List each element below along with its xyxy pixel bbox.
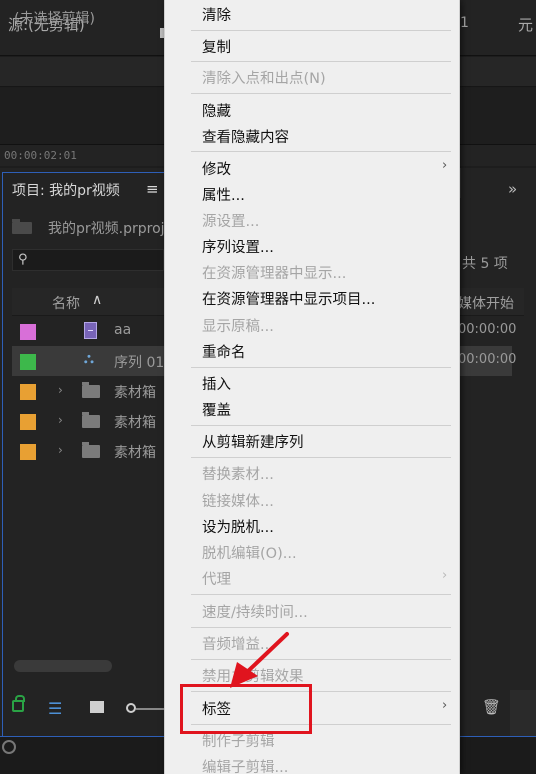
menu-separator	[191, 93, 451, 94]
menu-item-link-media[interactable]: 链接媒体...	[202, 490, 274, 511]
menu-separator	[191, 61, 451, 62]
zoom-slider-track[interactable]	[136, 708, 164, 710]
submenu-arrow-icon: ›	[442, 568, 448, 583]
source-timecode[interactable]: 00:00:02:01	[4, 149, 77, 162]
menu-separator	[191, 151, 451, 152]
menu-item-audio-gain[interactable]: 音频增益...	[202, 633, 274, 654]
source-clip-status: (未选择剪辑)	[14, 11, 95, 27]
item-count: 共 5 项	[462, 256, 508, 272]
menu-item-show-original[interactable]: 显示原稿...	[202, 315, 274, 336]
menu-item-new-sequence-from-clip[interactable]: 从剪辑新建序列	[202, 431, 304, 452]
menu-item-view-hidden[interactable]: 查看隐藏内容	[202, 126, 289, 147]
chevron-right-icon[interactable]: ›	[58, 383, 63, 397]
menu-item-speed-duration[interactable]: 速度/持续时间...	[202, 601, 308, 622]
search-icon: ⚲	[18, 252, 28, 267]
menu-separator	[191, 30, 451, 31]
panel-tab-fragment-2[interactable]: 元	[518, 14, 533, 35]
context-menu: 清除 复制 清除入点和出点(N) 隐藏 查看隐藏内容 修改 › 属性... 源设…	[164, 0, 460, 774]
menu-item-insert[interactable]: 插入	[202, 373, 231, 394]
row-media-start: 00:00:00	[458, 322, 517, 337]
folder-up-icon[interactable]	[12, 219, 32, 234]
label-color-swatch[interactable]	[20, 414, 36, 430]
menu-separator	[191, 627, 451, 628]
menu-item-properties[interactable]: 属性...	[202, 184, 245, 205]
highlight-box	[180, 684, 312, 734]
project-tab[interactable]: 项目: 我的pr视频	[12, 180, 120, 200]
menu-item-hide[interactable]: 隐藏	[202, 100, 231, 121]
expand-panels-icon[interactable]: »	[508, 180, 517, 198]
horizontal-scrollbar[interactable]	[14, 660, 112, 672]
chevron-right-icon[interactable]: ›	[58, 413, 63, 427]
menu-item-edit-offline[interactable]: 脱机编辑(O)...	[202, 542, 297, 563]
label-color-swatch[interactable]	[20, 444, 36, 460]
menu-item-overwrite[interactable]: 覆盖	[202, 399, 231, 420]
submenu-arrow-icon: ›	[442, 698, 448, 713]
menu-item-disable-master-clip-effects[interactable]: 禁用主剪辑效果	[202, 665, 304, 686]
menu-item-modify[interactable]: 修改	[202, 158, 231, 179]
zoom-slider-knob[interactable]	[126, 703, 136, 713]
label-color-swatch[interactable]	[20, 384, 36, 400]
row-name: 素材箱	[114, 445, 156, 461]
row-name: 素材箱	[114, 385, 156, 401]
menu-separator	[191, 594, 451, 595]
menu-item-replace-footage[interactable]: 替换素材...	[202, 463, 274, 484]
row-name: 序列 01	[114, 355, 165, 371]
video-clip-icon	[84, 322, 97, 339]
sort-ascending-icon[interactable]: ∧	[92, 292, 102, 308]
column-name[interactable]: 名称	[52, 293, 80, 313]
row-name: 素材箱	[114, 415, 156, 431]
menu-item-copy[interactable]: 复制	[202, 36, 231, 57]
trash-icon[interactable]: 🗑	[482, 698, 501, 716]
menu-item-rename[interactable]: 重命名	[202, 341, 246, 362]
menu-item-sequence-settings[interactable]: 序列设置...	[202, 236, 274, 257]
panel-tab-fragment[interactable]: 1	[460, 15, 469, 31]
label-color-swatch[interactable]	[20, 324, 36, 340]
row-name: aa	[114, 322, 132, 338]
sequence-icon: ⛬	[84, 351, 94, 367]
menu-item-edit-subclip[interactable]: 编辑子剪辑...	[202, 756, 288, 774]
status-icon	[2, 740, 16, 754]
folder-icon	[82, 412, 100, 428]
search-input[interactable]	[12, 249, 164, 271]
icon-view-icon[interactable]	[90, 701, 104, 713]
submenu-arrow-icon: ›	[442, 158, 448, 173]
menu-separator	[191, 367, 451, 368]
list-view-icon[interactable]: ☰	[48, 699, 62, 718]
menu-item-source-settings[interactable]: 源设置...	[202, 210, 259, 231]
folder-icon	[82, 442, 100, 458]
column-media-start[interactable]: 媒体开始	[458, 293, 514, 313]
menu-item-clear-in-out[interactable]: 清除入点和出点(N)	[202, 67, 326, 88]
menu-item-proxy[interactable]: 代理	[202, 568, 231, 589]
panel-menu-icon[interactable]: ≡	[146, 180, 159, 198]
menu-separator	[191, 457, 451, 458]
menu-separator	[191, 425, 451, 426]
label-color-swatch[interactable]	[20, 354, 36, 370]
menu-item-reveal-project-in-explorer[interactable]: 在资源管理器中显示项目...	[202, 288, 375, 309]
tab-divider	[460, 168, 461, 198]
menu-separator	[191, 659, 451, 660]
menu-item-make-offline[interactable]: 设为脱机...	[202, 516, 274, 537]
menu-item-reveal-in-explorer[interactable]: 在资源管理器中显示...	[202, 262, 346, 283]
lock-icon[interactable]	[12, 695, 25, 712]
folder-icon	[82, 382, 100, 398]
row-media-start: 00:00:00	[458, 352, 517, 367]
chevron-right-icon[interactable]: ›	[58, 443, 63, 457]
project-path: 我的pr视频.prproj	[48, 221, 164, 237]
menu-item-clear[interactable]: 清除	[202, 4, 231, 25]
